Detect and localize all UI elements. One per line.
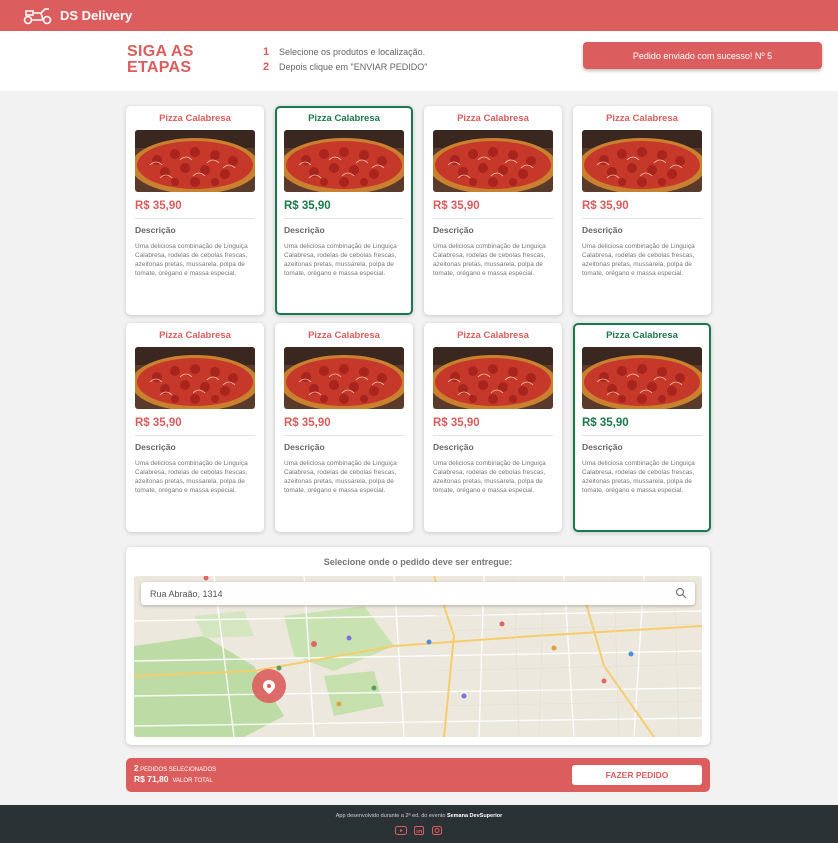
product-description: Uma deliciosa combinação de Linguiça Cal…: [135, 243, 248, 277]
app-name[interactable]: DS Delivery: [60, 8, 132, 23]
product-image: [284, 130, 404, 192]
pizza-image: [284, 130, 404, 192]
product-image: [433, 347, 553, 409]
pizza-image: [582, 130, 702, 192]
event-link[interactable]: Semana DevSuperior: [447, 813, 502, 819]
steps-section: SIGA AS ETAPAS 1 Selecione os produtos e…: [0, 31, 838, 91]
delivery-map[interactable]: [134, 576, 702, 737]
steps-title: SIGA AS ETAPAS: [127, 43, 194, 76]
divider: [135, 435, 255, 436]
product-image: [433, 130, 553, 192]
product-name: Pizza Calabresa: [457, 330, 529, 341]
step-number: 1: [263, 46, 270, 58]
product-description: Uma deliciosa combinação de Linguiça Cal…: [582, 243, 695, 277]
pizza-image: [284, 347, 404, 409]
address-search-box[interactable]: [141, 582, 695, 605]
selected-items-count: 2 PEDIDOS SELECIONADOS: [134, 764, 217, 773]
description-label: Descrição: [284, 225, 325, 235]
footer-credits: App desenvolvido durante a 2ª ed. do eve…: [335, 813, 503, 819]
address-search-input[interactable]: [150, 588, 650, 599]
product-name: Pizza Calabresa: [159, 330, 231, 341]
product-image: [135, 347, 255, 409]
step-1: 1 Selecione os produtos e localização.: [263, 46, 425, 58]
divider: [433, 435, 553, 436]
site-footer: App desenvolvido durante a 2ª ed. do eve…: [0, 805, 838, 843]
order-total: R$ 71,80 VALOR TOTAL: [134, 774, 213, 784]
product-description: Uma deliciosa combinação de Linguiça Cal…: [433, 460, 546, 494]
pizza-image: [433, 347, 553, 409]
instagram-icon[interactable]: [431, 826, 443, 835]
delivery-scooter-icon: [23, 7, 52, 24]
description-label: Descrição: [284, 442, 325, 452]
product-description: Uma deliciosa combinação de Linguiça Cal…: [433, 243, 546, 277]
product-price: R$ 35,90: [284, 200, 331, 212]
product-price: R$ 35,90: [284, 417, 331, 429]
product-price: R$ 35,90: [135, 417, 182, 429]
product-price: R$ 35,90: [433, 417, 480, 429]
description-label: Descrição: [582, 442, 623, 452]
place-order-button[interactable]: FAZER PEDIDO: [572, 765, 702, 785]
product-card[interactable]: Pizza Calabresa R$ 35,90 Descrição Uma d…: [126, 323, 264, 532]
map-title: Selecione onde o pedido deve ser entregu…: [323, 557, 513, 567]
description-label: Descrição: [135, 225, 176, 235]
order-success-message[interactable]: Pedido enviado com sucesso! Nº 5: [583, 42, 822, 69]
product-description: Uma deliciosa combinação de Linguiça Cal…: [582, 460, 695, 494]
product-card[interactable]: Pizza Calabresa R$ 35,90 Descrição Uma d…: [126, 106, 264, 315]
step-text: Selecione os produtos e localização.: [279, 47, 426, 57]
youtube-icon[interactable]: [395, 826, 407, 835]
product-price: R$ 35,90: [433, 200, 480, 212]
product-card[interactable]: Pizza Calabresa R$ 35,90 Descrição Uma d…: [424, 106, 562, 315]
pizza-image: [135, 347, 255, 409]
product-description: Uma deliciosa combinação de Linguiça Cal…: [135, 460, 248, 494]
product-name: Pizza Calabresa: [308, 113, 380, 124]
product-name: Pizza Calabresa: [159, 113, 231, 124]
description-label: Descrição: [135, 442, 176, 452]
social-links: [395, 826, 443, 835]
total-label: VALOR TOTAL: [172, 778, 213, 784]
divider: [433, 218, 553, 219]
product-price: R$ 35,90: [135, 200, 182, 212]
divider: [582, 435, 702, 436]
description-label: Descrição: [433, 442, 474, 452]
divider: [284, 435, 404, 436]
search-icon[interactable]: [675, 587, 687, 599]
divider: [135, 218, 255, 219]
divider: [284, 218, 404, 219]
pizza-image: [135, 130, 255, 192]
product-image: [582, 347, 702, 409]
linkedin-icon[interactable]: [413, 826, 425, 835]
step-2: 2 Depois clique em "ENVIAR PEDIDO": [263, 61, 427, 73]
product-name: Pizza Calabresa: [606, 330, 678, 341]
product-description: Uma deliciosa combinação de Linguiça Cal…: [284, 460, 397, 494]
step-number: 2: [263, 61, 270, 73]
product-name: Pizza Calabresa: [308, 330, 380, 341]
product-card[interactable]: Pizza Calabresa R$ 35,90 Descrição Uma d…: [275, 106, 413, 315]
product-price: R$ 35,90: [582, 200, 629, 212]
pizza-image: [582, 347, 702, 409]
product-card[interactable]: Pizza Calabresa R$ 35,90 Descrição Uma d…: [275, 323, 413, 532]
product-card[interactable]: Pizza Calabresa R$ 35,90 Descrição Uma d…: [424, 323, 562, 532]
product-image: [284, 347, 404, 409]
product-card[interactable]: Pizza Calabresa R$ 35,90 Descrição Uma d…: [573, 106, 711, 315]
product-description: Uma deliciosa combinação de Linguiça Cal…: [284, 243, 397, 277]
product-name: Pizza Calabresa: [606, 113, 678, 124]
product-name: Pizza Calabresa: [457, 113, 529, 124]
step-text: Depois clique em "ENVIAR PEDIDO": [279, 62, 428, 72]
product-image: [582, 130, 702, 192]
map-section: Selecione onde o pedido deve ser entregu…: [126, 547, 710, 745]
product-price: R$ 35,90: [582, 417, 629, 429]
location-pin-icon: [252, 669, 286, 703]
description-label: Descrição: [433, 225, 474, 235]
product-card[interactable]: Pizza Calabresa R$ 35,90 Descrição Uma d…: [573, 323, 711, 532]
description-label: Descrição: [582, 225, 623, 235]
product-image: [135, 130, 255, 192]
order-summary-bar: 2 PEDIDOS SELECIONADOS R$ 71,80 VALOR TO…: [126, 758, 710, 792]
pizza-image: [433, 130, 553, 192]
divider: [582, 218, 702, 219]
top-navbar: DS Delivery: [0, 0, 838, 31]
total-value: R$ 71,80: [134, 774, 169, 784]
